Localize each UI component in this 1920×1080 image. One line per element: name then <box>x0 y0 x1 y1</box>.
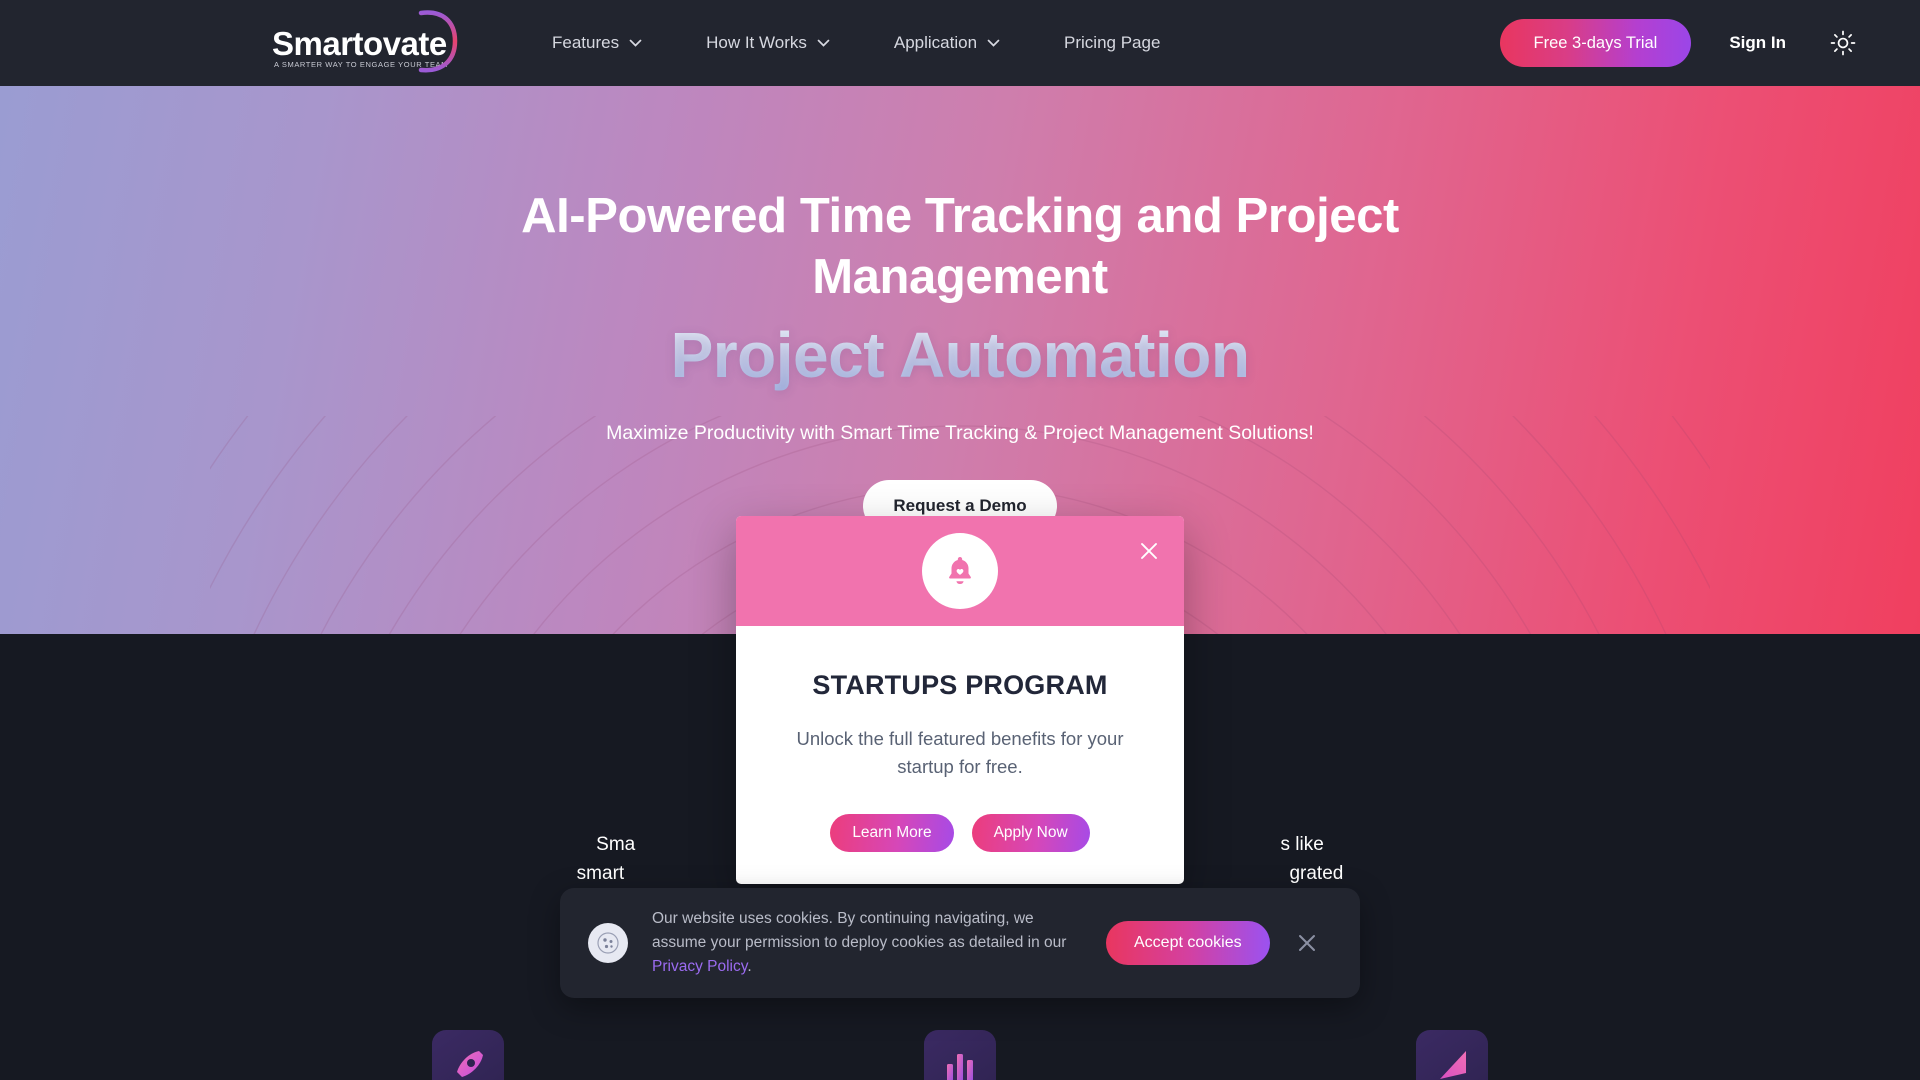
sun-icon <box>1830 30 1856 56</box>
paragraph-fragment-1: Sma <box>596 834 636 855</box>
paragraph-fragment-4: grated <box>1289 863 1344 884</box>
cookie-icon-wrap <box>588 923 628 963</box>
cookie-banner: Our website uses cookies. By continuing … <box>560 888 1360 998</box>
hero-subtitle: Maximize Productivity with Smart Time Tr… <box>606 422 1314 444</box>
apply-now-button[interactable]: Apply Now <box>971 814 1090 852</box>
nav-label: Application <box>893 33 978 52</box>
feature-card-chart[interactable] <box>924 1030 996 1080</box>
chevron-down-icon <box>629 39 642 47</box>
bell-heart-icon <box>949 557 971 585</box>
modal-title: STARTUPS PROGRAM <box>812 670 1108 700</box>
rocket-icon <box>457 1051 483 1077</box>
startups-program-modal: STARTUPS PROGRAM Unlock the full feature… <box>736 516 1184 884</box>
main-nav: Features How It Works Application Pricin… <box>520 0 1192 86</box>
feature-card-rocket[interactable] <box>432 1030 504 1080</box>
landing-page: Smartovate A SMARTER WAY TO ENGAGE YOUR … <box>0 0 1920 1080</box>
paragraph-fragment-2: s like <box>1280 834 1324 855</box>
header-actions: Free 3-days Trial Sign In <box>1499 0 1860 86</box>
nav-item-how-it-works[interactable]: How It Works <box>674 0 862 86</box>
chevron-down-icon <box>987 39 1000 47</box>
cookie-text: Our website uses cookies. By continuing … <box>652 907 1082 979</box>
modal-close-button[interactable] <box>1136 538 1162 564</box>
chevron-down-icon <box>817 39 830 47</box>
nav-item-pricing-page[interactable]: Pricing Page <box>1032 0 1192 86</box>
accept-cookies-button[interactable]: Accept cookies <box>1106 921 1270 965</box>
free-trial-button[interactable]: Free 3-days Trial <box>1499 19 1692 67</box>
cookie-close-button[interactable] <box>1294 930 1320 956</box>
paragraph-fragment-3: smart <box>576 863 625 884</box>
nav-item-features[interactable]: Features <box>520 0 674 86</box>
close-icon <box>1298 935 1315 951</box>
logo-swoosh-icon <box>418 10 458 73</box>
cookie-text-after: . <box>747 958 752 975</box>
feature-card-row <box>0 1030 1920 1080</box>
hero-headline: AI-Powered Time Tracking and Project Man… <box>521 189 1399 304</box>
hero-gradient-headline: Project Automation <box>670 319 1250 391</box>
learn-more-button[interactable]: Learn More <box>830 814 954 852</box>
modal-header <box>736 516 1184 626</box>
modal-actions: Learn More Apply Now <box>736 814 1184 852</box>
bar-chart-icon <box>947 1054 973 1080</box>
modal-description: Unlock the full featured benefits for yo… <box>796 728 1124 777</box>
privacy-policy-link[interactable]: Privacy Policy <box>652 958 747 975</box>
modal-icon-circle <box>922 533 998 609</box>
cookie-text-before: Our website uses cookies. By continuing … <box>652 910 1067 951</box>
nav-label: How It Works <box>706 33 807 52</box>
nav-label: Features <box>552 33 620 52</box>
logo[interactable]: Smartovate A SMARTER WAY TO ENGAGE YOUR … <box>272 10 458 74</box>
theme-toggle-button[interactable] <box>1826 26 1860 60</box>
cookie-icon <box>597 932 619 954</box>
nav-item-application[interactable]: Application <box>862 0 1032 86</box>
feature-card-growth[interactable] <box>1416 1030 1488 1080</box>
site-header: Smartovate A SMARTER WAY TO ENGAGE YOUR … <box>0 0 1920 86</box>
close-icon <box>1141 543 1157 559</box>
growth-arrow-icon <box>1440 1051 1466 1079</box>
sign-in-link[interactable]: Sign In <box>1729 33 1786 53</box>
nav-label: Pricing Page <box>1064 33 1161 52</box>
